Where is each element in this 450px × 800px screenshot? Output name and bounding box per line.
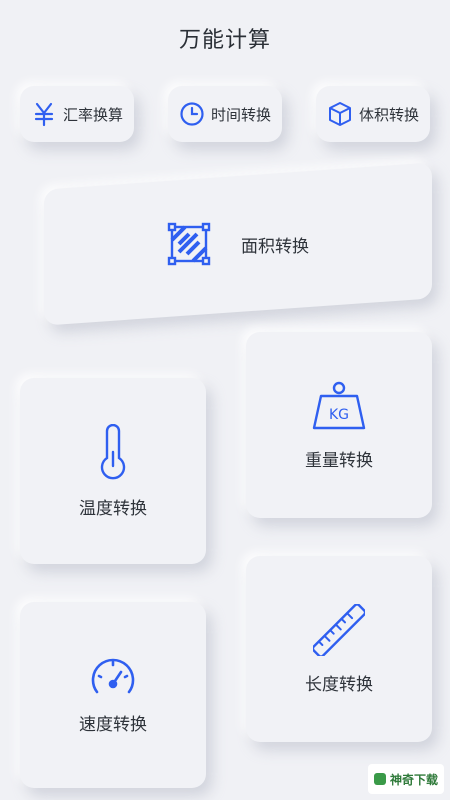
exchange-rate-button[interactable]: 汇率换算 — [20, 86, 134, 142]
weight-icon-text: KG — [329, 407, 349, 423]
length-convert-label: 长度转换 — [305, 674, 373, 695]
cube-icon — [328, 102, 351, 126]
page-title: 万能计算 — [178, 28, 271, 53]
weight-convert-card[interactable]: KG 重量转换 — [246, 332, 432, 518]
watermark-logo-icon — [373, 773, 386, 785]
area-icon — [167, 222, 211, 266]
thermometer-icon — [100, 423, 126, 479]
area-convert-label: 面积转换 — [241, 236, 309, 257]
volume-convert-button[interactable]: 体积转换 — [316, 86, 430, 142]
weight-icon: KG — [312, 381, 366, 429]
area-convert-card[interactable]: 面积转换 — [44, 162, 432, 326]
speedometer-icon — [91, 658, 135, 693]
exchange-rate-label: 汇率换算 — [62, 105, 123, 124]
time-convert-label: 时间转换 — [210, 105, 271, 124]
clock-icon — [180, 102, 204, 126]
time-convert-button[interactable]: 时间转换 — [168, 86, 282, 142]
temperature-convert-card[interactable]: 温度转换 — [20, 378, 206, 564]
length-convert-card[interactable]: 长度转换 — [246, 556, 432, 742]
yen-icon — [34, 102, 54, 127]
watermark-text: 神奇下载 — [389, 772, 438, 787]
temperature-convert-label: 温度转换 — [79, 498, 147, 519]
ruler-icon — [313, 603, 365, 656]
volume-convert-label: 体积转换 — [358, 105, 419, 124]
watermark: 神奇下载 — [368, 764, 444, 794]
speed-convert-card[interactable]: 速度转换 — [20, 602, 206, 788]
weight-convert-label: 重量转换 — [305, 450, 373, 471]
speed-convert-label: 速度转换 — [79, 714, 147, 735]
